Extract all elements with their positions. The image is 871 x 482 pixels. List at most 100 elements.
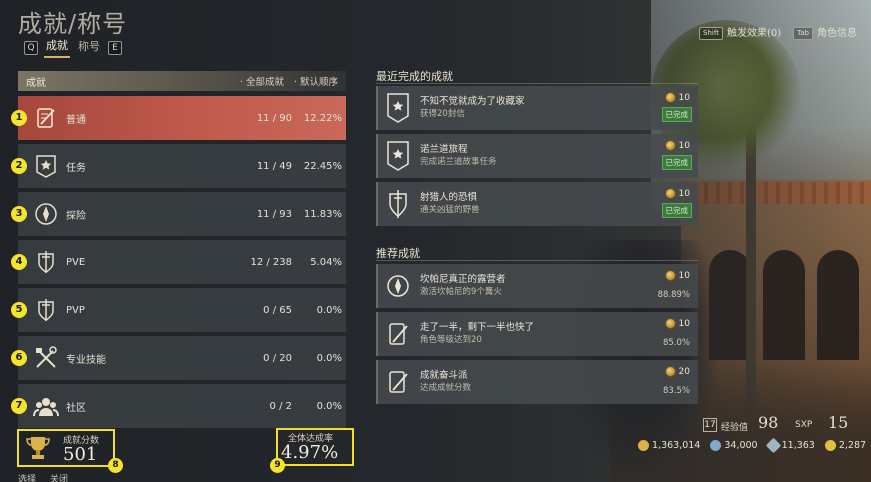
crystal-currency: 11,363 (765, 437, 815, 454)
character-info-button[interactable]: Tab 角色信息 (793, 24, 857, 40)
achievement-points: 20 (664, 366, 690, 377)
achievement-percent: 88.89% (657, 290, 690, 300)
category-count: 0 / 2 (269, 400, 292, 412)
callout-number: 2 (11, 158, 27, 174)
achievement-name: 成就奋斗派 (420, 370, 468, 381)
achievement-desc: 完成诺兰道故事任务 (420, 157, 497, 167)
achievement-desc: 通关凶猛的野兽 (420, 205, 480, 215)
tab-bar: Q 成就 称号 E (24, 37, 122, 58)
sword-shield-icon (389, 190, 407, 218)
category-percent: 12.22% (303, 112, 342, 124)
achievement-name: 诺兰道旅程 (420, 144, 468, 155)
recommended-achievement-card[interactable]: 走了一半，剩下一半也快了 角色等级达到20 10 85.0% (376, 312, 698, 356)
q-key-hint[interactable]: Q (24, 40, 38, 55)
category-list-header: 成就 · 全部成就 · 默认顺序 (18, 71, 346, 91)
category-percent: 0.0% (316, 352, 342, 364)
category-name: PVE (66, 256, 86, 268)
callout-number: 7 (11, 398, 27, 414)
category-row-pvp[interactable]: 5 PVP 0 / 65 0.0% (11, 288, 346, 332)
achievement-points: 10 (664, 92, 690, 103)
achievement-desc: 达成成就分数 (420, 383, 472, 393)
category-count: 11 / 49 (256, 160, 292, 172)
callout-number: 6 (11, 350, 27, 366)
achievement-points: 10 (664, 188, 690, 199)
category-row-community[interactable]: 7 社区 0 / 2 0.0% (11, 384, 346, 428)
category-count: 0 / 20 (263, 352, 292, 364)
achievement-name: 射猎人的恐惧 (420, 192, 478, 203)
category-percent: 22.45% (303, 160, 342, 172)
sword-shield-icon (38, 299, 54, 321)
top-right-actions: Shift 触发效果(0) Tab 角色信息 (699, 24, 857, 40)
category-count: 12 / 238 (250, 256, 292, 268)
compass-icon (35, 203, 57, 225)
currency-bar: 1,363,014 34,000 11,363 2,287 (638, 437, 866, 454)
category-percent: 0.0% (316, 304, 342, 316)
recommended-achievement-card[interactable]: 坎帕尼真正的露营者 激活坎帕尼的9个篝火 10 88.89% (376, 264, 698, 308)
category-count: 0 / 65 (263, 304, 292, 316)
category-percent: 11.83% (303, 208, 342, 220)
exp-label: 经验值 (721, 423, 749, 433)
category-row-pve[interactable]: 4 PVE 12 / 238 5.04% (11, 240, 346, 284)
achievement-points: 10 (664, 318, 690, 329)
quest-badge-icon (387, 93, 409, 123)
category-row-general[interactable]: 1 普通 11 / 90 12.22% (11, 96, 346, 140)
recent-section-title: 最近完成的成就 (376, 70, 453, 83)
crystal-icon (765, 437, 781, 454)
category-name: 社区 (66, 402, 86, 414)
player-level: 17 (703, 418, 717, 432)
completed-badge: 已完成 (661, 203, 692, 218)
category-percent: 5.04% (310, 256, 342, 268)
achievement-percent: 83.5% (662, 386, 690, 396)
select-hint[interactable]: 选择 (18, 472, 36, 482)
category-count: 11 / 93 (256, 208, 292, 220)
e-key-hint[interactable]: E (108, 40, 122, 55)
sort-all-achievements[interactable]: · 全部成就 (240, 74, 284, 88)
achievement-name: 坎帕尼真正的露营者 (420, 274, 506, 285)
callout-number: 8 (108, 458, 123, 473)
achievement-name: 走了一半，剩下一半也快了 (420, 322, 535, 333)
recommended-achievement-card[interactable]: 成就奋斗派 达成成就分数 20 83.5% (376, 360, 698, 404)
sort-default-order[interactable]: · 默认顺序 (294, 74, 338, 88)
medal-icon (664, 270, 676, 281)
sword-shield-icon (38, 251, 54, 273)
category-name: 任务 (66, 162, 86, 174)
recent-achievement-card[interactable]: 射猎人的恐惧 通关凶猛的野兽 10 已完成 (376, 182, 698, 226)
token-currency: 2,287 (824, 440, 866, 451)
tab-achievements[interactable]: 成就 (44, 37, 70, 58)
token-icon (824, 440, 836, 451)
category-name: 专业技能 (66, 354, 106, 366)
recommended-section-title: 推荐成就 (376, 247, 420, 260)
close-hint[interactable]: 关闭 (50, 472, 68, 482)
quest-badge-icon (36, 155, 56, 178)
recent-achievement-card[interactable]: 诺兰道旅程 完成诺兰道故事任务 10 已完成 (376, 134, 698, 178)
quill-scroll-icon (37, 108, 55, 128)
quill-scroll-icon (389, 371, 408, 393)
tab-titles[interactable]: 称号 (76, 38, 102, 57)
quill-scroll-icon (389, 323, 408, 345)
score-value: 501 (63, 444, 98, 465)
bottom-key-hints: 选择 关闭 (18, 472, 68, 482)
category-row-exploration[interactable]: 3 探险 11 / 93 11.83% (11, 192, 346, 236)
category-name: 普通 (66, 114, 86, 126)
category-name: PVP (66, 304, 85, 316)
achievement-desc: 角色等级达到20 (420, 335, 482, 345)
completed-badge: 已完成 (661, 155, 692, 170)
completed-badge: 已完成 (661, 107, 692, 122)
category-row-quest[interactable]: 2 任务 11 / 49 22.45% (11, 144, 346, 188)
category-percent: 0.0% (316, 400, 342, 412)
crossed-tools-icon (36, 346, 57, 368)
medal-icon (664, 92, 676, 103)
achievement-percent: 85.0% (662, 338, 690, 348)
recent-achievement-card[interactable]: 不知不觉就成为了收藏家 获得20封信 10 已完成 (376, 86, 698, 130)
category-row-professions[interactable]: 6 专业技能 0 / 20 0.0% (11, 336, 346, 380)
completion-value: 4.97% (281, 442, 339, 463)
section-divider (376, 83, 698, 84)
silver-currency: 34,000 (710, 440, 758, 451)
medal-icon (664, 140, 676, 151)
callout-number: 4 (11, 254, 27, 270)
achievement-desc: 获得20封信 (420, 109, 465, 119)
category-name: 探险 (66, 210, 86, 222)
trigger-effects-button[interactable]: Shift 触发效果(0) (699, 24, 781, 40)
sxp-label: SXP (795, 420, 813, 430)
overall-completion-box: 全体达成率 4.97% (276, 428, 354, 466)
